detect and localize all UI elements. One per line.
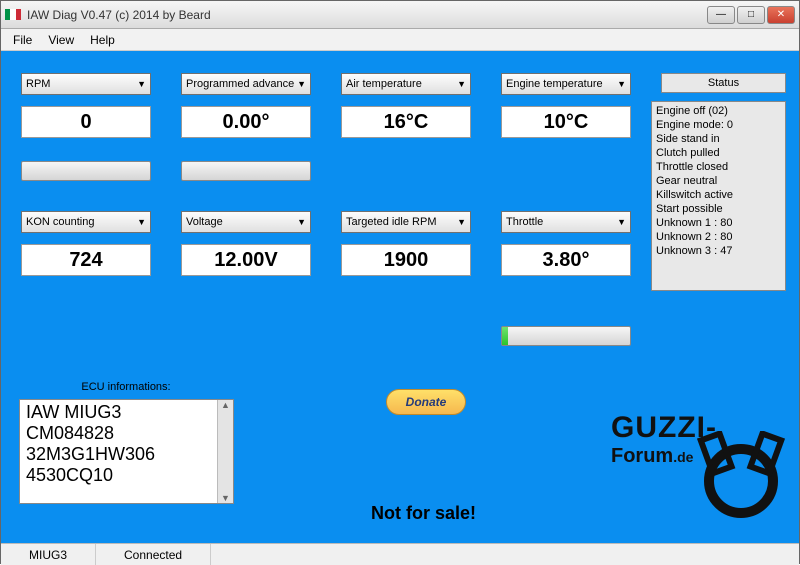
dd-engine-label: Engine temperature [506,78,603,90]
guzzi-logo: GUZZI- Forum.de [611,411,791,468]
dd-advance-label: Programmed advance [186,78,294,90]
status-cell-conn: Connected [96,544,211,565]
chevron-down-icon: ▼ [297,217,306,227]
status-line: Engine off (02) [656,104,781,118]
ecu-line: 4530CQ10 [26,465,227,486]
status-line: Gear neutral [656,174,781,188]
donate-button[interactable]: Donate [386,389,466,415]
dd-air-label: Air temperature [346,78,422,90]
status-line: Clutch pulled [656,146,781,160]
status-box: Engine off (02) Engine mode: 0 Side stan… [651,101,786,291]
chevron-down-icon: ▼ [617,79,626,89]
dd-idle[interactable]: Targeted idle RPM ▼ [341,211,471,233]
progress-1 [21,161,151,181]
menu-file[interactable]: File [5,31,40,49]
status-header: Status [661,73,786,93]
status-line: Unknown 3 : 47 [656,244,781,258]
chevron-down-icon: ▼ [137,79,146,89]
logo-line2: Forum [611,445,673,467]
scrollbar[interactable] [217,400,233,503]
status-line: Unknown 1 : 80 [656,216,781,230]
chevron-down-icon: ▼ [297,79,306,89]
engine-icon [691,431,791,531]
statusbar: MIUG3 Connected [1,543,799,565]
dd-advance[interactable]: Programmed advance▼ [181,73,311,95]
window-title: IAW Diag V0.47 (c) 2014 by Beard [27,8,707,22]
status-line: Start possible [656,202,781,216]
dd-rpm[interactable]: RPM ▼ [21,73,151,95]
ecu-line: IAW MIUG3 [26,402,227,423]
dd-idle-label: Targeted idle RPM [346,216,437,228]
status-cell-ecu: MIUG3 [1,544,96,565]
val-air-temp: 16°C [341,106,471,138]
status-line: Engine mode: 0 [656,118,781,132]
main-panel: RPM▼ Programmed advance▼ Air temperature… [1,51,799,543]
status-line: Throttle closed [656,160,781,174]
chevron-down-icon: ▼ [137,217,146,227]
val-throttle: 3.80° [501,244,631,276]
titlebar: IAW Diag V0.47 (c) 2014 by Beard — □ ✕ [1,1,799,29]
ecu-line: CM084828 [26,423,227,444]
not-for-sale-label: Not for sale! [371,503,476,524]
dd-kon-label: KON counting [26,216,94,228]
ecu-header: ECU informations: [51,381,201,393]
val-rpm: 0 [21,106,151,138]
dd-voltage[interactable]: Voltage ▼ [181,211,311,233]
dd-rpm-label: RPM [26,78,50,90]
flag-icon [5,9,21,20]
close-button[interactable]: ✕ [767,6,795,24]
chevron-down-icon: ▼ [457,217,466,227]
progress-3 [501,326,631,346]
minimize-button[interactable]: — [707,6,735,24]
val-idle: 1900 [341,244,471,276]
status-line: Side stand in [656,132,781,146]
menubar: File View Help [1,29,799,51]
progress-3-fill [502,327,508,345]
dd-voltage-label: Voltage [186,216,223,228]
chevron-down-icon: ▼ [617,217,626,227]
status-line: Killswitch active [656,188,781,202]
status-line: Unknown 2 : 80 [656,230,781,244]
val-engine-temp: 10°C [501,106,631,138]
menu-view[interactable]: View [40,31,82,49]
dd-kon[interactable]: KON counting ▼ [21,211,151,233]
dd-air-temp[interactable]: Air temperature ▼ [341,73,471,95]
val-voltage: 12.00V [181,244,311,276]
val-kon: 724 [21,244,151,276]
val-advance: 0.00° [181,106,311,138]
ecu-box[interactable]: IAW MIUG3 CM084828 32M3G1HW306 4530CQ10 [19,399,234,504]
ecu-line: 32M3G1HW306 [26,444,227,465]
menu-help[interactable]: Help [82,31,123,49]
progress-2 [181,161,311,181]
dd-engine-temp[interactable]: Engine temperature ▼ [501,73,631,95]
dd-throttle[interactable]: Throttle ▼ [501,211,631,233]
dd-throttle-label: Throttle [506,216,543,228]
maximize-button[interactable]: □ [737,6,765,24]
chevron-down-icon: ▼ [457,79,466,89]
